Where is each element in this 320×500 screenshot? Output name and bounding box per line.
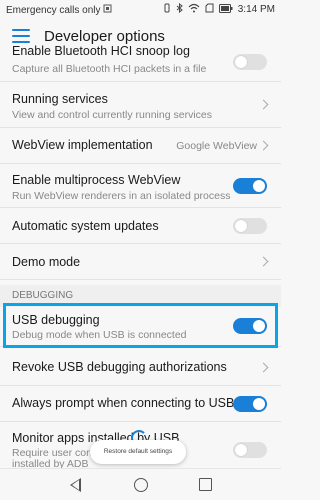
row-title: Running services (12, 92, 108, 106)
row-subtitle: Debug mode when USB is connected (12, 329, 187, 341)
row-title: USB debugging (12, 313, 100, 327)
list-item-automatic-system-updates[interactable]: Automatic system updates (0, 208, 281, 244)
row-title: Enable Bluetooth HCI snoop log (12, 44, 190, 58)
list-item-demo-mode[interactable]: Demo mode (0, 244, 281, 280)
row-title: Automatic system updates (12, 219, 159, 233)
row-value: Google WebView (176, 140, 257, 152)
battery-icon (218, 3, 233, 16)
list-item-revoke-usb-auth[interactable]: Revoke USB debugging authorizations (0, 350, 281, 386)
list-item-bluetooth-hci-snoop[interactable]: Enable Bluetooth HCI snoop log Capture a… (0, 44, 281, 82)
notification-icon (103, 4, 112, 16)
row-subtitle: Run WebView renderers in an isolated pro… (12, 190, 231, 202)
toast-message: Restore default settings (90, 440, 186, 464)
monitor-apps-usb-toggle[interactable] (233, 442, 267, 458)
list-item-running-services[interactable]: Running services View and control curren… (0, 82, 281, 128)
always-prompt-usb-toggle[interactable] (233, 396, 267, 412)
recent-apps-icon[interactable] (199, 478, 212, 491)
row-title: Always prompt when connecting to USB (12, 396, 235, 410)
carrier-text: Emergency calls only (6, 4, 101, 16)
navigation-bar (0, 468, 281, 500)
vibrate-icon (163, 3, 171, 16)
status-left: Emergency calls only (6, 4, 112, 16)
menu-icon[interactable] (12, 29, 30, 45)
section-header-debugging: DEBUGGING (0, 285, 281, 307)
list-item-multiprocess-webview[interactable]: Enable multiprocess WebView Run WebView … (0, 164, 281, 208)
status-bar: Emergency calls only 3:14 PM (0, 0, 281, 20)
bluetooth-hci-snoop-toggle[interactable] (233, 54, 267, 70)
list-item-always-prompt-usb[interactable]: Always prompt when connecting to USB (0, 386, 281, 422)
row-title: Demo mode (12, 255, 81, 269)
chevron-right-icon (258, 140, 269, 151)
list-item-webview-implementation[interactable]: WebView implementation Google WebView (0, 128, 281, 164)
usb-debugging-toggle[interactable] (233, 318, 267, 334)
status-right: 3:14 PM (163, 2, 275, 16)
chevron-right-icon (258, 99, 269, 110)
page-title: Developer options (44, 28, 165, 45)
row-subtitle: Capture all Bluetooth HCI packets in a f… (12, 63, 207, 75)
back-icon[interactable] (70, 478, 81, 492)
bluetooth-icon (176, 2, 183, 16)
row-title: Revoke USB debugging authorizations (12, 360, 227, 374)
row-title: WebView implementation (12, 138, 153, 152)
automatic-system-updates-toggle[interactable] (233, 218, 267, 234)
row-subtitle: View and control currently running servi… (12, 109, 212, 121)
home-icon[interactable] (134, 478, 148, 492)
list-item-usb-debugging[interactable]: USB debugging Debug mode when USB is con… (0, 307, 281, 347)
chevron-right-icon (258, 362, 269, 373)
status-time: 3:14 PM (237, 4, 275, 15)
wifi-icon (188, 3, 200, 16)
row-title: Enable multiprocess WebView (12, 173, 181, 187)
multiprocess-webview-toggle[interactable] (233, 178, 267, 194)
no-sim-icon (205, 3, 214, 16)
chevron-right-icon (258, 256, 269, 267)
